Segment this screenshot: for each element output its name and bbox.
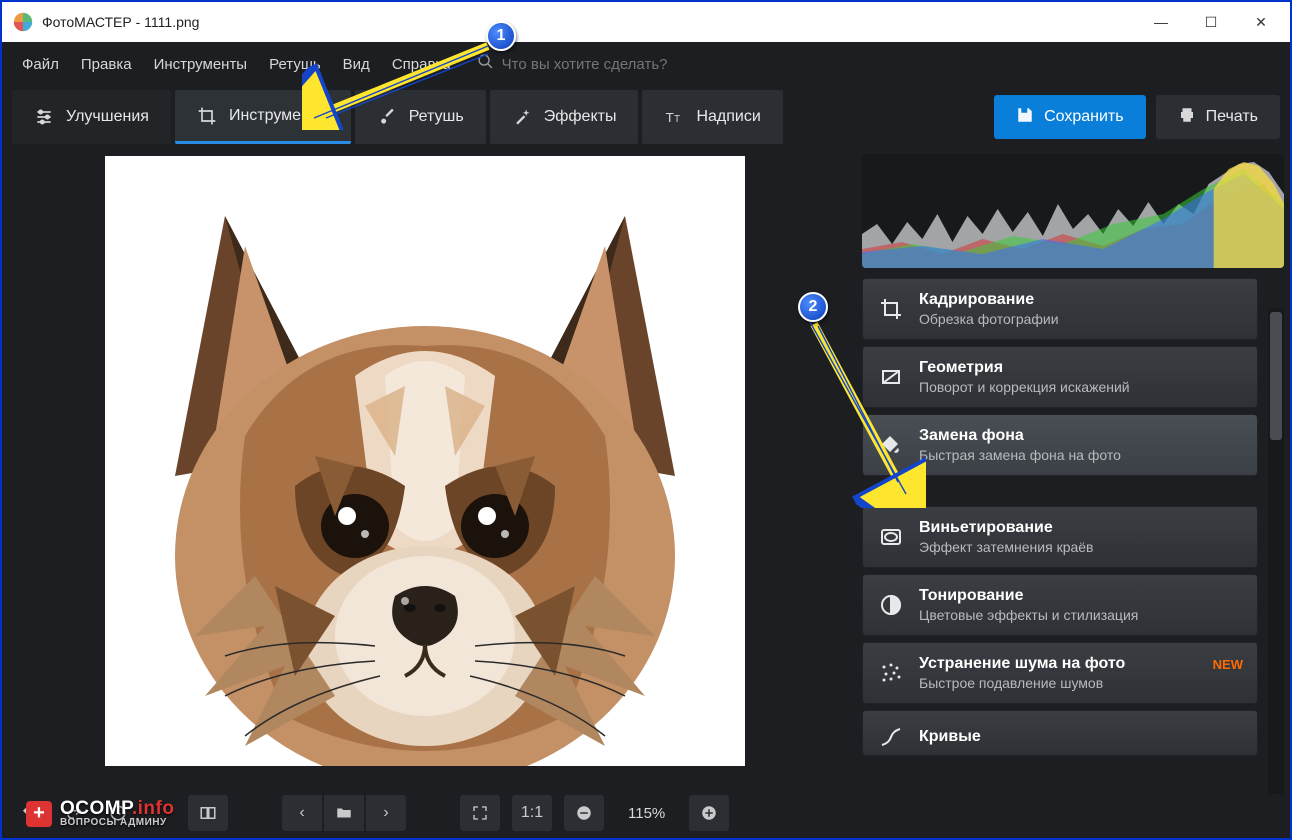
crop-icon [197,106,217,126]
geometry-icon [877,363,905,391]
tab-label: Улучшения [66,108,149,126]
minimize-button[interactable]: — [1136,6,1186,38]
tab-label: Ретушь [409,108,464,126]
image-canvas[interactable] [105,156,745,766]
zoom-level: 115% [616,805,677,822]
tab-tools[interactable]: Инструменты [175,90,351,144]
brush-icon [377,107,397,127]
tab-text[interactable]: TT Надписи [642,90,782,144]
noise-icon [877,659,905,687]
close-button[interactable]: ✕ [1236,6,1286,38]
wand-icon [512,107,532,127]
tool-replace-bg[interactable]: Замена фона Быстрая замена фона на фото [862,414,1258,476]
tool-vignette[interactable]: Виньетирование Эффект затемнения краёв [862,506,1258,568]
tab-label: Инструменты [229,107,329,125]
print-label: Печать [1206,108,1258,126]
tool-toning[interactable]: Тонирование Цветовые эффекты и стилизаци… [862,574,1258,636]
svg-text:T: T [674,114,680,125]
app-icon [12,11,34,33]
save-label: Сохранить [1044,108,1124,126]
next-button[interactable]: › [366,795,406,831]
search-input[interactable] [502,56,762,73]
printer-icon [1178,106,1196,129]
menu-file[interactable]: Файл [12,50,69,79]
card-title: Тонирование [919,587,1243,605]
tab-label: Эффекты [544,108,617,126]
maximize-button[interactable]: ☐ [1186,6,1236,38]
scroll-thumb[interactable] [1270,312,1282,440]
toolbar: Улучшения Инструменты Ретушь Эффекты TT … [2,86,1290,148]
sliders-icon [34,107,54,127]
card-sub: Цветовые эффекты и стилизация [919,607,1243,623]
text-icon: TT [664,107,684,127]
zoom-in-button[interactable] [689,795,729,831]
scrollbar[interactable] [1268,308,1284,794]
right-panel: Кадрирование Обрезка фотографии Геометри… [848,148,1290,838]
dog-image [105,156,745,766]
curves-icon [877,723,905,751]
svg-text:T: T [666,110,674,125]
folder-button[interactable] [324,795,364,831]
tool-denoise[interactable]: Устранение шума на фото Быстрое подавлен… [862,642,1258,704]
tab-effects[interactable]: Эффекты [490,90,639,144]
menu-retouch[interactable]: Ретушь [259,50,331,79]
card-sub: Поворот и коррекция искажений [919,379,1243,395]
tool-curves[interactable]: Кривые [862,710,1258,756]
menu-help[interactable]: Справка [382,50,461,79]
menubar: Файл Правка Инструменты Ретушь Вид Справ… [2,42,1290,86]
card-title: Устранение шума на фото [919,655,1243,673]
save-button[interactable]: Сохранить [994,95,1146,139]
titlebar: ФотоМАСТЕР - 1111.png — ☐ ✕ [2,2,1290,42]
histogram[interactable] [862,154,1284,268]
vignette-icon [877,523,905,551]
window-title: ФотоМАСТЕР - 1111.png [42,14,1136,30]
prev-button[interactable]: ‹ [282,795,322,831]
card-sub: Обрезка фотографии [919,311,1243,327]
crop-icon [877,295,905,323]
menu-edit[interactable]: Правка [71,50,142,79]
tab-improvements[interactable]: Улучшения [12,90,171,144]
new-badge: NEW [1213,657,1243,672]
tab-retouch[interactable]: Ретушь [355,90,486,144]
fit-button[interactable] [460,795,500,831]
callout-2: 2 [798,292,828,322]
card-title: Кривые [919,728,1243,746]
card-sub: Эффект затемнения краёв [919,539,1243,555]
zoom-out-button[interactable] [564,795,604,831]
floppy-icon [1016,106,1034,129]
bucket-icon [877,431,905,459]
search-icon [477,53,494,75]
watermark-badge: + [26,801,52,827]
callout-1: 1 [486,21,516,51]
card-title: Виньетирование [919,519,1243,537]
tool-crop[interactable]: Кадрирование Обрезка фотографии [862,278,1258,340]
tool-list: Кадрирование Обрезка фотографии Геометри… [862,278,1258,756]
card-sub: Быстрое подавление шумов [919,675,1243,691]
print-button[interactable]: Печать [1156,95,1280,139]
menu-instruments[interactable]: Инструменты [144,50,258,79]
tab-label: Надписи [696,108,760,126]
card-title: Геометрия [919,359,1243,377]
workspace: Кадрирование Обрезка фотографии Геометри… [2,148,1290,838]
actual-size-button[interactable]: 1:1 [512,795,552,831]
canvas-area [2,148,848,838]
toning-icon [877,591,905,619]
compare-button[interactable] [188,795,228,831]
card-title: Замена фона [919,427,1243,445]
card-sub: Быстрая замена фона на фото [919,447,1243,463]
watermark: + OCOMP.info ВОПРОСЫ АДМИНУ [26,799,174,828]
menu-view[interactable]: Вид [333,50,380,79]
tool-geometry[interactable]: Геометрия Поворот и коррекция искажений [862,346,1258,408]
card-title: Кадрирование [919,291,1243,309]
